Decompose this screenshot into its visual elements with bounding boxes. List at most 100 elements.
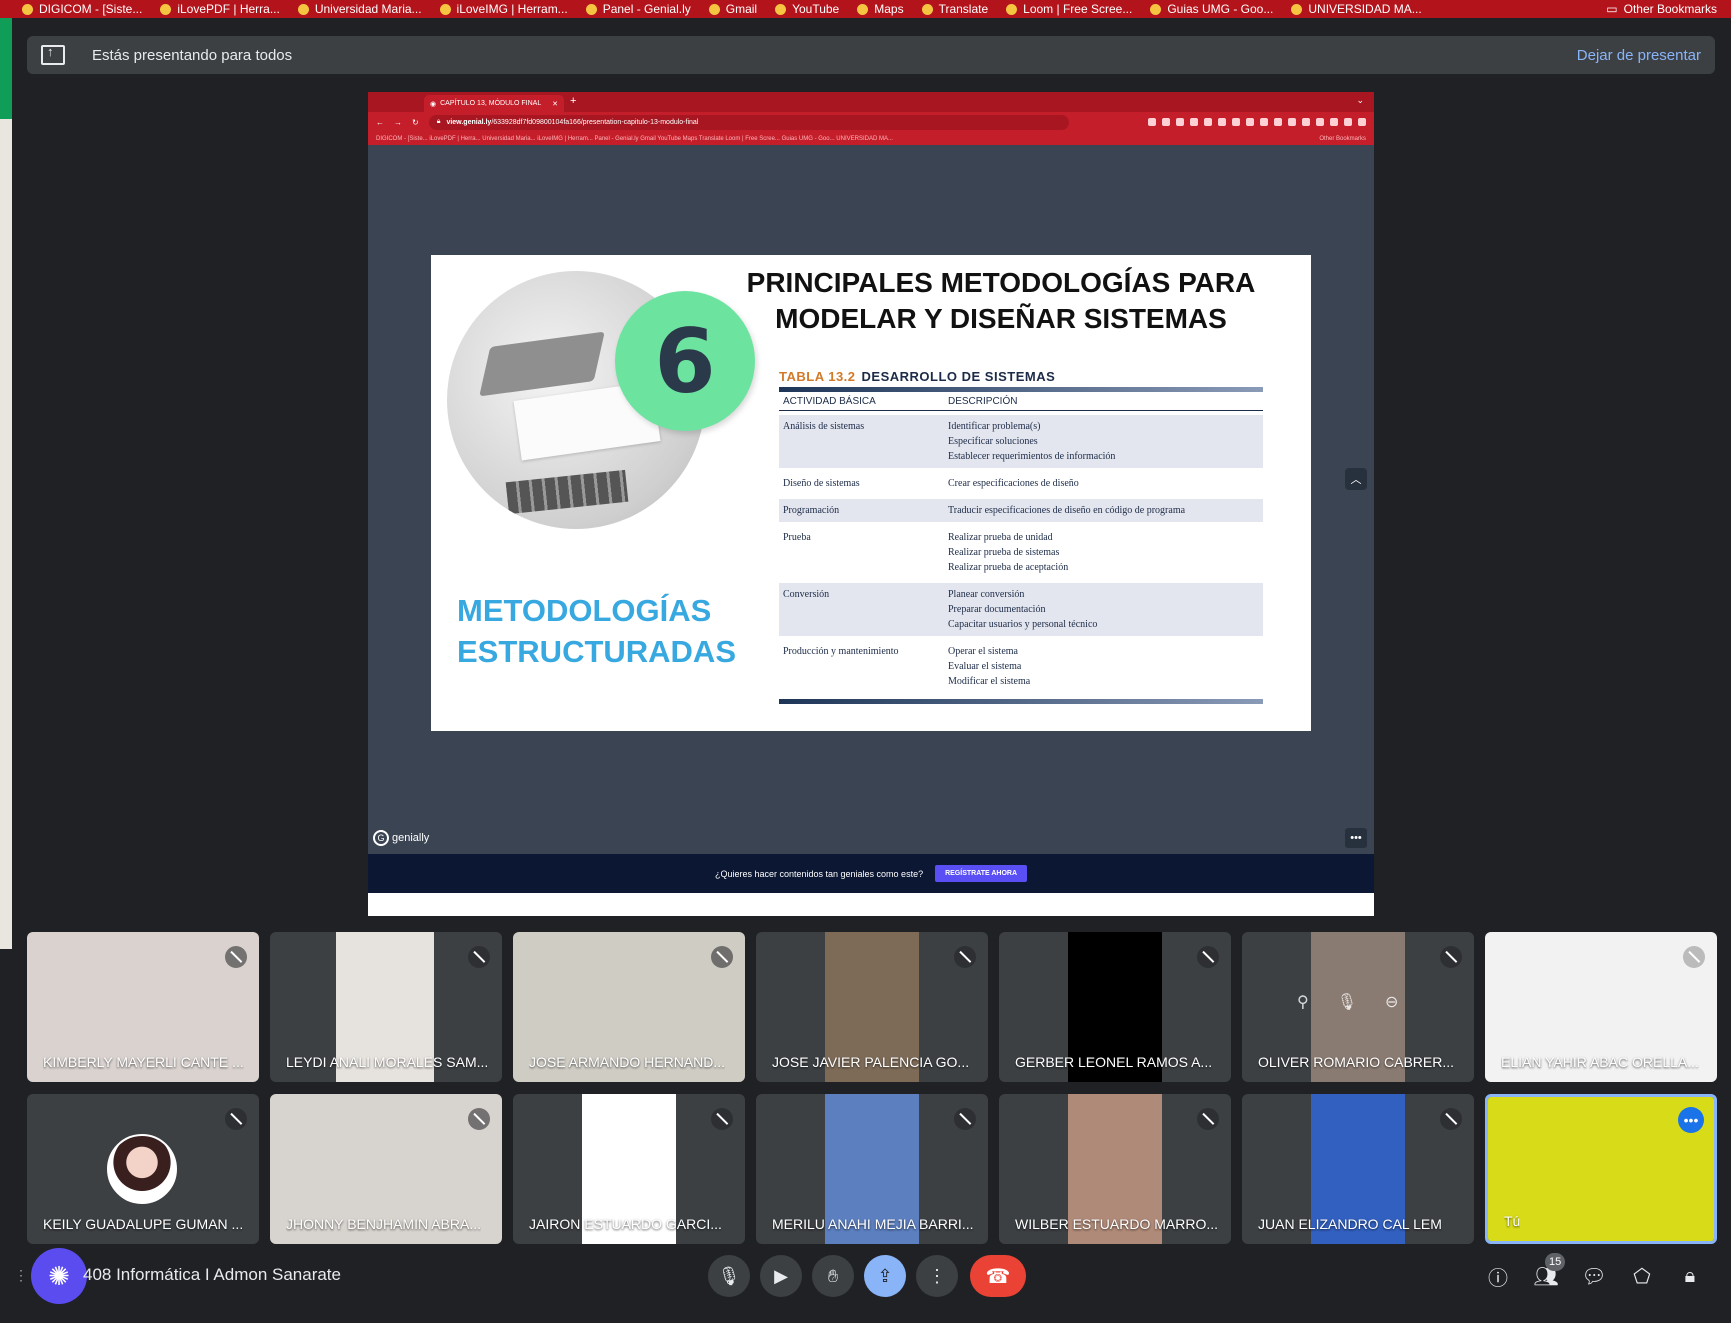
bookmark-item[interactable]: UNIVERSIDAD MA... — [1291, 2, 1422, 16]
chevron-up-icon[interactable]: ︿ — [1345, 468, 1367, 490]
table-row: Diseño de sistemas Crear especificacione… — [783, 477, 1079, 489]
column-header: ACTIVIDAD BÁSICA — [779, 392, 944, 411]
presentation-slide: 6 PRINCIPALES METODOLOGÍAS PARA MODELAR … — [431, 255, 1311, 731]
participant-name: MERILU ANAHI MEJIA BARRI... — [772, 1216, 974, 1232]
more-options-icon[interactable]: ••• — [1678, 1107, 1704, 1133]
participant-name: JHONNY BENJHAMIN ABRA... — [286, 1216, 482, 1232]
participant-tile[interactable]: LEYDI ANALI MORALES SAM... — [270, 932, 502, 1082]
mic-icon: 🎙︎ — [717, 1265, 741, 1286]
bookmark-item[interactable]: iLoveIMG | Herram... — [439, 2, 568, 16]
participant-tile[interactable]: JHONNY BENJHAMIN ABRA... — [270, 1094, 502, 1244]
more-options-button[interactable]: ⋮ — [916, 1255, 958, 1297]
participant-tile[interactable]: JOSE ARMANDO HERNAND... — [513, 932, 745, 1082]
participant-name: JUAN ELIZANDRO CAL LEM — [1258, 1216, 1442, 1232]
bookmark-item[interactable]: iLovePDF | Herra... — [160, 2, 280, 16]
participant-name: JAIRON ESTUARDO GARCI... — [529, 1216, 722, 1232]
participant-name: JOSE JAVIER PALENCIA GO... — [772, 1054, 970, 1070]
participant-name: LEYDI ANALI MORALES SAM... — [286, 1054, 489, 1070]
mic-off-icon — [1440, 946, 1462, 968]
participant-name: KIMBERLY MAYERLI CANTE ... — [43, 1054, 244, 1070]
slide-subtitle: METODOLOGÍAS ESTRUCTURADAS — [457, 593, 736, 669]
participant-tile[interactable]: JAIRON ESTUARDO GARCI... — [513, 1094, 745, 1244]
chat-icon[interactable]: 💬︎ — [1581, 1263, 1607, 1289]
column-header: DESCRIPCIÓN — [944, 392, 1263, 411]
mic-off-icon — [225, 1108, 247, 1130]
participant-name: ELIAN YAHIR ABAC ORELLA... — [1501, 1054, 1699, 1070]
register-button[interactable]: REGÍSTRATE AHORA — [935, 865, 1028, 882]
mic-off-icon — [711, 946, 733, 968]
participant-tile[interactable]: GERBER LEONEL RAMOS A... — [999, 932, 1231, 1082]
host-controls-icon[interactable]: 🔒︎ — [1677, 1263, 1703, 1289]
table-caption: TABLA 13.2 DESARROLLO DE SISTEMAS — [779, 369, 1056, 384]
shared-browser-tabbar: ◉ CAPÍTULO 13, MÓDULO FINAL ✕ + ⌄ — [368, 92, 1374, 112]
bookmark-favicon-icon — [857, 3, 869, 15]
bookmark-favicon-icon — [297, 3, 309, 15]
shared-url-field: 🔒︎ view.genial.ly/633928df7fd09800104fa1… — [428, 114, 1069, 130]
table-row: Prueba Realizar prueba de unidad Realizar… — [783, 531, 1069, 573]
new-tab-icon: + — [570, 95, 577, 107]
participant-name: KEILY GUADALUPE GUMAN ... — [43, 1216, 244, 1232]
bookmark-item[interactable]: Maps — [857, 2, 904, 16]
participant-tile[interactable]: KEILY GUADALUPE GUMAN ... — [27, 1094, 259, 1244]
bookmark-favicon-icon — [1291, 3, 1303, 15]
bookmark-item[interactable]: Guias UMG - Goo... — [1150, 2, 1273, 16]
bookmark-item[interactable]: DIGICOM - [Siste... — [22, 2, 142, 16]
raise-hand-button[interactable]: ✋︎ — [812, 1255, 854, 1297]
bookmark-favicon-icon — [22, 3, 33, 15]
more-options-icon[interactable]: ••• — [1345, 828, 1367, 848]
table-row: Conversión Planear conversión Preparar do… — [779, 582, 1263, 636]
present-now-button[interactable]: ⇪ — [864, 1255, 906, 1297]
self-tile[interactable]: ••• Tú — [1485, 1094, 1717, 1244]
meeting-controls-bar: ⋮⋮ ✺ 408 Informática I Admon Sanarate 🎙︎… — [0, 1243, 1731, 1323]
info-icon[interactable]: ⓘ — [1485, 1263, 1511, 1290]
participant-name: JOSE ARMANDO HERNAND... — [529, 1054, 726, 1070]
participant-tile[interactable]: ELIAN YAHIR ABAC ORELLA... — [1485, 932, 1717, 1082]
left-edge-accent — [0, 18, 12, 119]
shared-browser-addressbar: ← → ↻ 🔒︎ view.genial.ly/633928df7fd09800… — [368, 112, 1374, 132]
chevron-down-icon: ⌄ — [1356, 95, 1364, 105]
mic-button[interactable]: 🎙︎ — [708, 1255, 750, 1297]
genially-g-icon: G — [373, 830, 389, 846]
bookmark-item[interactable]: Panel - Genial.ly — [585, 2, 691, 16]
tile-hover-controls: ⚲ 🎙︎ ⊖ — [1297, 992, 1398, 1012]
lock-icon: 🔒︎ — [436, 118, 441, 125]
pin-icon[interactable]: ⚲ — [1297, 992, 1309, 1012]
mic-off-icon — [225, 946, 247, 968]
bookmark-item[interactable]: Translate — [921, 2, 988, 16]
participant-name: OLIVER ROMARIO CABRER... — [1258, 1054, 1455, 1070]
bookmark-item[interactable]: Universidad Maria... — [297, 2, 422, 16]
bookmark-item[interactable]: Gmail — [708, 2, 757, 16]
participant-tile[interactable]: MERILU ANAHI MEJIA BARRI... — [756, 1094, 988, 1244]
participant-tile[interactable]: JOSE JAVIER PALENCIA GO... — [756, 932, 988, 1082]
bookmark-favicon-icon — [439, 3, 451, 15]
participant-name: GERBER LEONEL RAMOS A... — [1015, 1054, 1213, 1070]
camera-button[interactable]: ▶︎ — [760, 1255, 802, 1297]
other-bookmarks[interactable]: ▭ Other Bookmarks — [1606, 2, 1717, 16]
participant-tile[interactable]: ⚲ 🎙︎ ⊖ OLIVER ROMARIO CABRER... — [1242, 932, 1474, 1082]
gemini-assistant-button[interactable]: ✺ — [31, 1248, 87, 1304]
participant-tile[interactable]: WILBER ESTUARDO MARRO... — [999, 1094, 1231, 1244]
participant-tile[interactable]: KIMBERLY MAYERLI CANTE ... — [27, 932, 259, 1082]
participant-name: Tú — [1504, 1213, 1521, 1229]
participant-tile[interactable]: JUAN ELIZANDRO CAL LEM — [1242, 1094, 1474, 1244]
genially-logo: Ggenially — [373, 830, 429, 846]
bookmark-favicon-icon — [585, 3, 597, 15]
bookmark-item[interactable]: Loom | Free Scree... — [1006, 2, 1132, 16]
bookmark-favicon-icon — [1006, 3, 1018, 15]
back-icon: ← — [376, 117, 384, 127]
browser-bookmarks-bar: DIGICOM - [Siste... iLovePDF | Herra... … — [0, 0, 1731, 18]
mic-off-icon — [954, 946, 976, 968]
stop-presenting-button[interactable]: Dejar de presentar — [1577, 47, 1701, 64]
camera-icon: ▶︎ — [774, 1265, 788, 1286]
bookmark-favicon-icon — [708, 3, 720, 15]
mic-off-icon — [1683, 946, 1705, 968]
shared-browser-tab: ◉ CAPÍTULO 13, MÓDULO FINAL ✕ — [424, 95, 564, 112]
activities-icon[interactable]: ⬠ — [1629, 1263, 1655, 1289]
bookmark-item[interactable]: YouTube — [775, 2, 839, 16]
remove-icon[interactable]: ⊖ — [1385, 992, 1398, 1012]
systems-development-table: TABLA 13.2 DESARROLLO DE SISTEMAS ACTIVID… — [779, 369, 1263, 704]
leave-call-button[interactable]: ☎︎ — [970, 1255, 1026, 1297]
mute-icon[interactable]: 🎙︎ — [1337, 992, 1357, 1012]
promo-banner: ¿Quieres hacer contenidos tan geniales c… — [368, 854, 1374, 893]
forward-icon: → — [394, 117, 402, 127]
